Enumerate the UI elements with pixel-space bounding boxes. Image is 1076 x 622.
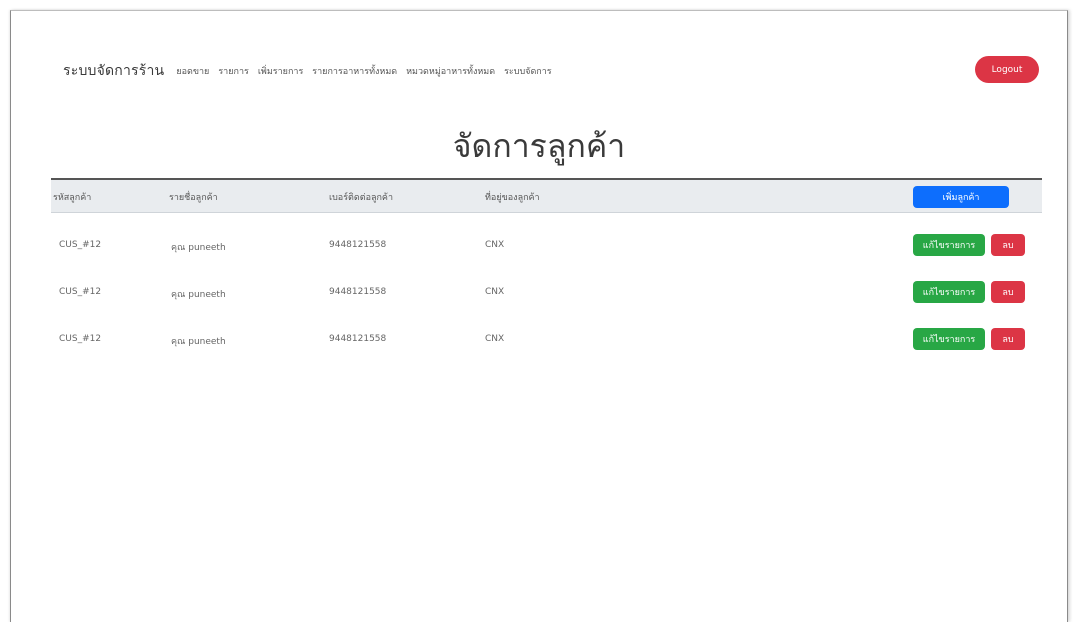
header-customer-id: รหัสลูกค้า <box>53 193 92 203</box>
add-customer-button[interactable]: เพิ่มลูกค้า <box>913 186 1009 208</box>
header-customer-address: ที่อยู่ของลูกค้า <box>485 193 540 203</box>
delete-button[interactable]: ลบ <box>991 281 1025 303</box>
table-header: รหัสลูกค้า รายชื่อลูกค้า เบอร์ติดต่อลูกค… <box>51 178 1042 213</box>
cell-customer-address: CNX <box>485 334 505 344</box>
nav-link-sales[interactable]: ยอดขาย <box>176 64 209 78</box>
cell-customer-name: คุณ puneeth <box>171 337 226 347</box>
cell-customer-id: CUS_#12 <box>59 334 102 344</box>
navbar: ระบบจัดการร้าน ยอดขาย รายการ เพิ่มรายการ… <box>63 59 1039 83</box>
edit-button[interactable]: แก้ไขรายการ <box>913 328 985 350</box>
cell-customer-name: คุณ puneeth <box>171 290 226 300</box>
table-row: CUS_#12 คุณ puneeth 9448121558 CNX แก้ไข… <box>51 325 1042 355</box>
nav-link-all-categories[interactable]: หมวดหมู่อาหารทั้งหมด <box>406 64 495 78</box>
cell-customer-id: CUS_#12 <box>59 287 102 297</box>
cell-customer-address: CNX <box>485 240 505 250</box>
nav-link-orders[interactable]: รายการ <box>218 64 249 78</box>
logout-button[interactable]: Logout <box>975 56 1039 83</box>
edit-button[interactable]: แก้ไขรายการ <box>913 234 985 256</box>
cell-customer-name: คุณ puneeth <box>171 243 226 253</box>
delete-button[interactable]: ลบ <box>991 328 1025 350</box>
brand-title[interactable]: ระบบจัดการร้าน <box>63 60 164 82</box>
cell-customer-address: CNX <box>485 287 505 297</box>
page-title: จัดการลูกค้า <box>452 127 626 165</box>
cell-customer-id: CUS_#12 <box>59 240 102 250</box>
header-customer-phone: เบอร์ติดต่อลูกค้า <box>329 193 394 203</box>
edit-button[interactable]: แก้ไขรายการ <box>913 281 985 303</box>
app-window: ระบบจัดการร้าน ยอดขาย รายการ เพิ่มรายการ… <box>10 10 1068 622</box>
header-customer-name: รายชื่อลูกค้า <box>169 193 218 203</box>
nav-link-add-order[interactable]: เพิ่มรายการ <box>258 64 303 78</box>
delete-button[interactable]: ลบ <box>991 234 1025 256</box>
table-row: CUS_#12 คุณ puneeth 9448121558 CNX แก้ไข… <box>51 278 1042 308</box>
nav-links: ยอดขาย รายการ เพิ่มรายการ รายการอาหารทั้… <box>176 64 560 78</box>
cell-customer-phone: 9448121558 <box>329 240 387 250</box>
nav-link-management[interactable]: ระบบจัดการ <box>504 64 552 78</box>
cell-customer-phone: 9448121558 <box>329 334 387 344</box>
nav-link-all-foods[interactable]: รายการอาหารทั้งหมด <box>312 64 397 78</box>
table-row: CUS_#12 คุณ puneeth 9448121558 CNX แก้ไข… <box>51 231 1042 261</box>
cell-customer-phone: 9448121558 <box>329 287 387 297</box>
